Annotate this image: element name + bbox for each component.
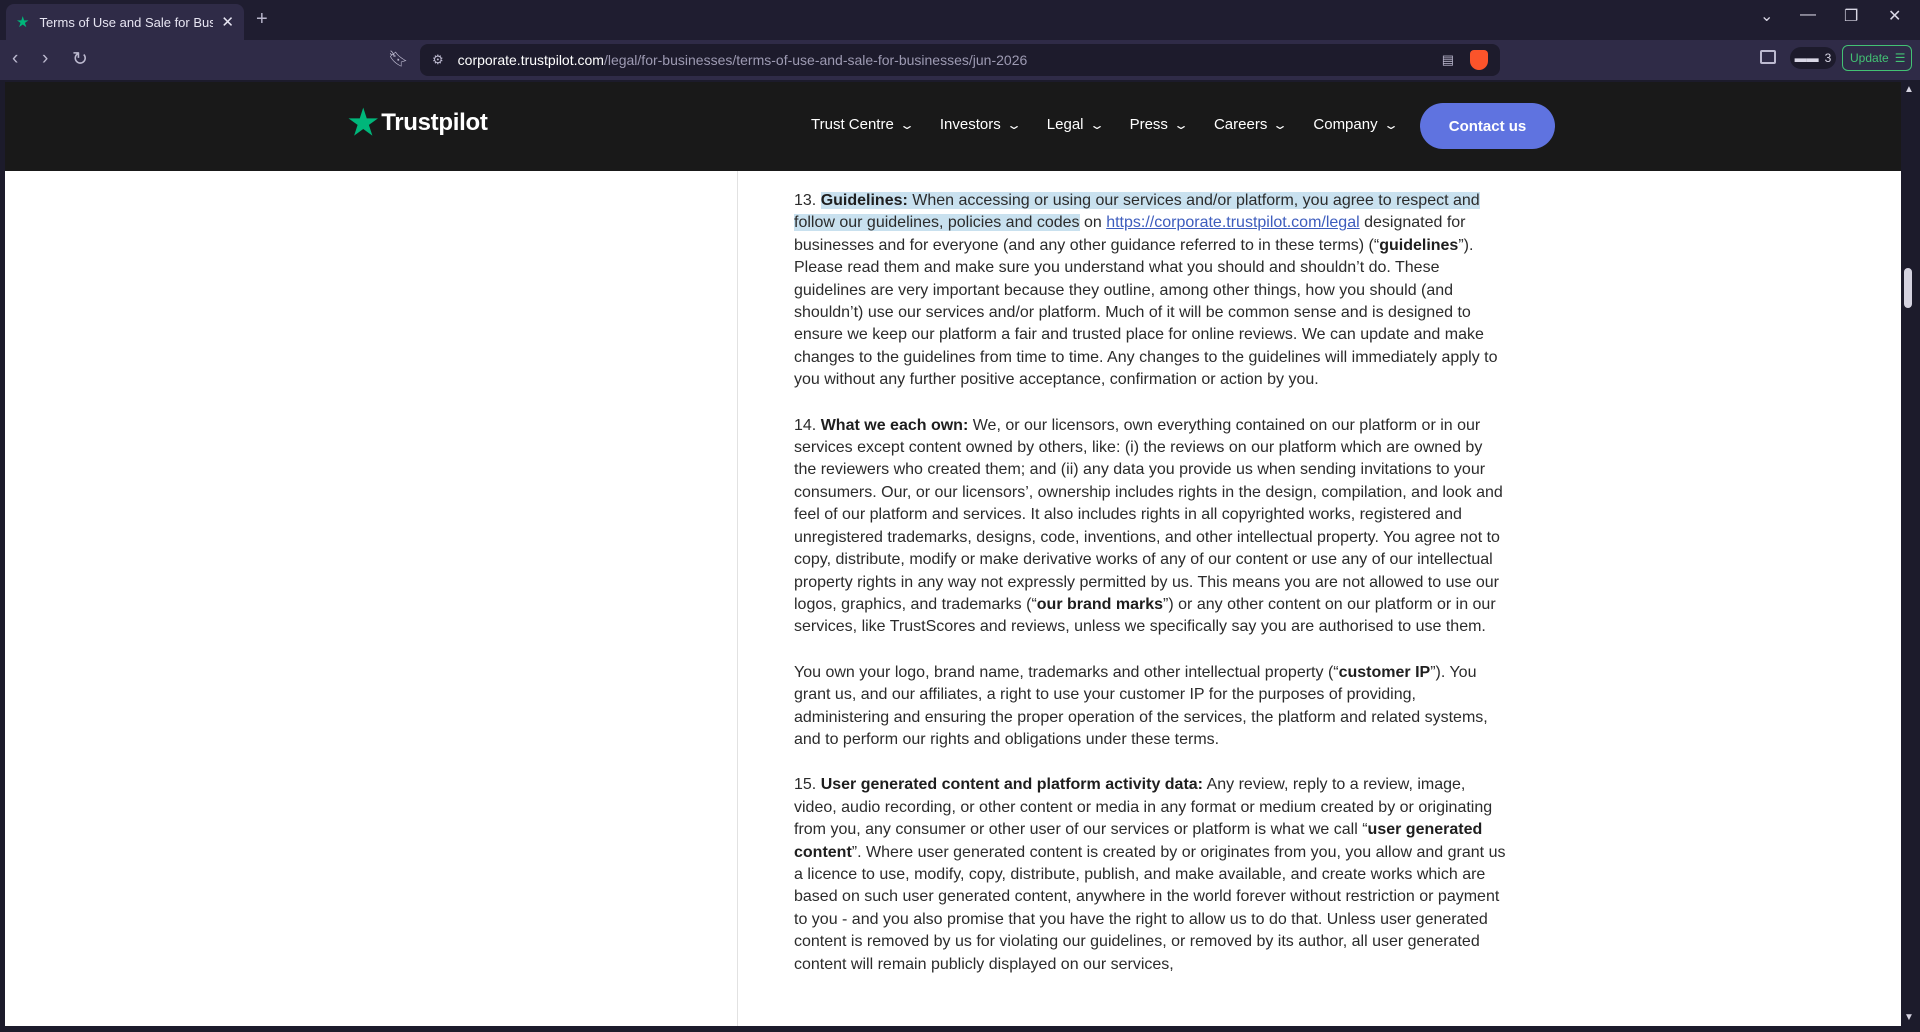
chevron-down-icon: ⌄ (1172, 117, 1189, 132)
section-text: We, or our licensors, own everything con… (794, 416, 1503, 613)
nav-label: Legal (1046, 116, 1084, 133)
nav-label: Careers (1213, 116, 1268, 133)
scroll-down-icon[interactable]: ▼ (1904, 1012, 1914, 1023)
defined-term: customer IP (1338, 663, 1431, 681)
wallet-button[interactable]: ▬▬ 3 (1790, 47, 1836, 69)
minimize-icon[interactable]: — (1800, 6, 1816, 24)
sidebar-toggle-icon[interactable] (1760, 50, 1776, 64)
close-window-icon[interactable]: ✕ (1888, 6, 1901, 26)
page-viewport: ★ Trustpilot Trust Centre ⌄ Investors ⌄ Le… (5, 82, 1901, 1026)
tab-title: Terms of Use and Sale for Businesses (39, 14, 214, 30)
contact-us-button[interactable]: Contact us (1420, 103, 1555, 149)
nav-legal[interactable]: Legal ⌄ (1046, 116, 1105, 133)
section-text: on (1079, 214, 1107, 232)
address-bar[interactable]: ⚙ corporate.trustpilot.com /legal/for-bu… (420, 44, 1500, 76)
bookmark-icon[interactable]: 🔖︎ (388, 49, 408, 69)
browser-toolbar: ‹ › ↻ 🔖︎ ⚙ corporate.trustpilot.com /leg… (0, 40, 1920, 80)
trustpilot-favicon-icon: ★ (16, 14, 30, 31)
update-label: Update (1850, 51, 1889, 65)
url-host: corporate.trustpilot.com (457, 52, 604, 68)
back-arrow-icon[interactable]: ‹ (12, 48, 18, 70)
update-button[interactable]: Update ☰ (1842, 45, 1912, 71)
chevron-down-icon: ⌄ (898, 117, 915, 132)
section-number: 14. (794, 416, 817, 434)
window-bottom-edge (0, 1026, 1920, 1032)
nav-label: Investors (939, 116, 1001, 133)
brand-name: Trustpilot (381, 109, 488, 136)
chevron-down-icon: ⌄ (1088, 117, 1105, 132)
section-13: 13. Guidelines: When accessing or using … (794, 190, 1508, 392)
defined-term: our brand marks (1036, 595, 1164, 613)
section-heading: User generated content and platform acti… (820, 776, 1204, 794)
nav-label: Trust Centre (811, 116, 894, 133)
section-text: ”). Please read them and make sure you u… (794, 236, 1498, 389)
site-settings-icon[interactable]: ⚙ (432, 52, 444, 68)
reload-icon[interactable]: ↻ (72, 48, 88, 71)
forward-arrow-icon[interactable]: › (42, 48, 48, 70)
star-icon: ★ (348, 104, 379, 142)
new-tab-button[interactable]: + (256, 8, 268, 31)
nav-label: Company (1313, 116, 1378, 133)
chevron-down-icon: ⌄ (1382, 117, 1399, 132)
section-text: You own your logo, brand name, trademark… (794, 663, 1339, 681)
tab-strip: ★ Terms of Use and Sale for Businesses ✕… (0, 0, 1920, 40)
section-heading: What we each own: (820, 416, 969, 434)
glasses-icon: ▬▬ (1794, 51, 1819, 65)
brave-shields-icon[interactable] (1470, 50, 1488, 70)
url-path: /legal/for-businesses/terms-of-use-and-s… (603, 52, 1028, 68)
scroll-up-icon[interactable]: ▲ (1904, 84, 1914, 95)
defined-term: guidelines (1379, 236, 1459, 254)
chevron-down-icon: ⌄ (1005, 117, 1022, 132)
nav-company[interactable]: Company ⌄ (1313, 116, 1398, 133)
section-text: ”. Where user generated content is creat… (794, 843, 1506, 973)
section-number: 13. (794, 192, 817, 209)
section-14-customer-ip: You own your logo, brand name, trademark… (794, 662, 1508, 752)
section-number: 15. (794, 776, 817, 794)
terms-article: 13. Guidelines: When accessing or using … (794, 190, 1508, 999)
side-column (5, 171, 738, 1026)
close-tab-icon[interactable]: ✕ (221, 13, 234, 31)
section-14: 14. What we each own: We, or our licenso… (794, 415, 1508, 639)
tab-list-chevron-icon[interactable]: ⌄ (1760, 6, 1773, 26)
chevron-down-icon: ⌄ (1272, 117, 1289, 132)
reader-mode-icon[interactable]: ▤ (1442, 52, 1454, 68)
nav-careers[interactable]: Careers ⌄ (1213, 116, 1289, 133)
page-scrollbar[interactable] (1901, 82, 1920, 1026)
nav-label: Press (1129, 116, 1168, 133)
scrollbar-thumb[interactable] (1904, 268, 1912, 308)
restore-icon[interactable]: ❐ (1844, 6, 1858, 26)
main-nav: Trust Centre ⌄ Investors ⌄ Legal ⌄ Press ⌄ C… (811, 116, 1399, 133)
nav-investors[interactable]: Investors ⌄ (939, 116, 1022, 133)
section-15: 15. User generated content and platform … (794, 774, 1508, 976)
trustpilot-logo[interactable]: ★ Trustpilot (348, 106, 488, 140)
section-heading: Guidelines: (820, 192, 908, 209)
browser-tab[interactable]: ★ Terms of Use and Sale for Businesses ✕ (6, 4, 244, 40)
nav-press[interactable]: Press ⌄ (1129, 116, 1189, 133)
legal-link[interactable]: https://corporate.trustpilot.com/legal (1106, 214, 1359, 231)
menu-icon: ☰ (1894, 51, 1906, 65)
wallet-count: 3 (1824, 51, 1832, 65)
site-header: ★ Trustpilot Trust Centre ⌄ Investors ⌄ Le… (5, 82, 1901, 171)
nav-trust-centre[interactable]: Trust Centre ⌄ (811, 116, 915, 133)
